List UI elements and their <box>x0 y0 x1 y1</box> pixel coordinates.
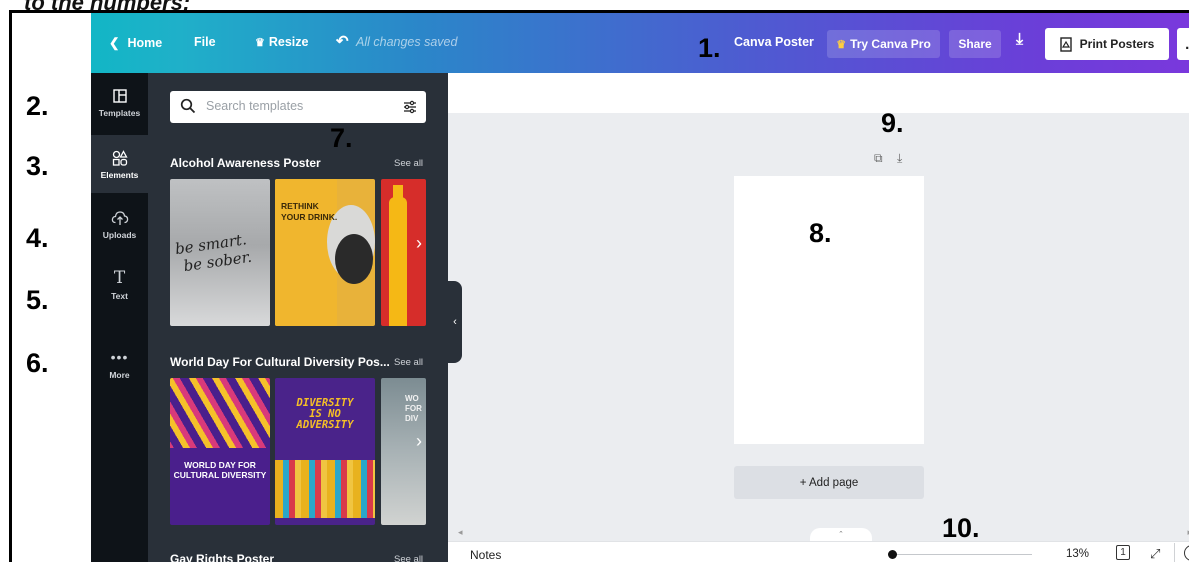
divider <box>1174 543 1175 562</box>
annotation-number: 1. <box>698 33 721 63</box>
section-title: Gay Rights Poster <box>170 552 275 562</box>
sidebar-item-label: Text <box>111 290 128 301</box>
sidebar-item-label: Templates <box>98 107 141 118</box>
elements-icon <box>112 149 128 166</box>
search-input[interactable]: Search templates <box>206 99 303 113</box>
annotation-number: 6. <box>26 348 49 378</box>
side-nav-rail: Templates Elements Uploads T Text ••• Mo… <box>91 73 148 562</box>
crown-icon: ♛ <box>255 37 265 49</box>
collapse-panel-button[interactable]: ‹ <box>448 281 462 363</box>
canva-editor-frame: ❮ Home File ♛ Resize ↶ All changes saved C… <box>9 10 1189 562</box>
filter-icon[interactable] <box>402 99 418 115</box>
fullscreen-icon[interactable]: ⤢ <box>1150 546 1160 562</box>
try-pro-label: Try Canva Pro <box>850 37 931 51</box>
sidebar-item-uploads[interactable]: Uploads <box>91 195 148 253</box>
screenshot-root: to the numbers: ❮ Home File ♛ Resize ↶ All… <box>0 0 1189 562</box>
annotation-number: 4. <box>26 223 49 253</box>
thumb-text: WORLD DAY FOR <box>184 460 256 470</box>
notes-button[interactable]: Notes <box>470 548 501 562</box>
chevron-left-icon: ❮ <box>109 36 120 50</box>
bottom-toolbar: Notes 13% 1 ⤢ ? <box>448 541 1189 562</box>
section-title: World Day For Cultural Diversity Pos... <box>170 355 390 369</box>
thumb-text: WO <box>405 394 419 403</box>
sidebar-item-templates[interactable]: Templates <box>91 73 148 131</box>
templates-icon <box>112 88 127 103</box>
page-count-button[interactable]: 1 <box>1116 545 1130 560</box>
print-label: Print Posters <box>1079 37 1155 51</box>
annotation-number: 10. <box>942 513 980 543</box>
add-page-icon[interactable]: ⤓ <box>897 151 902 166</box>
thumb-text: CULTURAL DIVERSITY <box>173 470 267 480</box>
design-title[interactable]: Canva Poster <box>734 35 814 49</box>
thumb-text: YOUR DRINK. <box>281 212 338 222</box>
annotation-number: 3. <box>26 151 49 181</box>
horizontal-scrollbar[interactable]: ◂ ▸ <box>458 527 1189 540</box>
design-page[interactable] <box>734 176 924 444</box>
upload-cloud-icon <box>111 210 128 225</box>
sidebar-item-label: More <box>109 369 130 380</box>
duplicate-page-icon[interactable]: ⧉ <box>874 151 883 166</box>
annotation-number: 2. <box>26 91 49 121</box>
top-toolbar: ❮ Home File ♛ Resize ↶ All changes saved C… <box>91 13 1189 73</box>
scroll-left-icon[interactable]: ◂ <box>458 527 463 538</box>
annotation-number: 9. <box>881 108 904 138</box>
canvas-toolbar-strip <box>448 73 1189 113</box>
save-status: All changes saved <box>356 35 458 49</box>
sidebar-item-elements[interactable]: Elements <box>91 135 148 193</box>
annotation-number: 5. <box>26 285 49 315</box>
see-all-link[interactable]: See all <box>394 554 423 562</box>
sidebar-item-more[interactable]: ••• More <box>91 335 148 393</box>
template-thumbnail[interactable]: DIVERSITY IS NO ADVERSITY <box>275 378 375 525</box>
zoom-level[interactable]: 13% <box>1066 548 1089 560</box>
zoom-slider-track[interactable] <box>888 554 1032 555</box>
crown-icon: ♛ <box>836 38 847 51</box>
template-thumbnail[interactable]: be smart. be sober. <box>170 179 270 326</box>
resize-label: Resize <box>268 35 309 49</box>
home-label: Home <box>127 36 163 50</box>
sidebar-item-label: Uploads <box>102 229 137 240</box>
templates-panel: Search templates Alcohol Awareness Poste… <box>148 73 448 562</box>
add-page-button[interactable]: + Add page <box>734 466 924 499</box>
print-doc-icon <box>1059 36 1072 52</box>
home-button[interactable]: ❮ Home <box>109 35 162 50</box>
download-icon[interactable]: ⤓ <box>1016 31 1023 49</box>
see-all-link[interactable]: See all <box>394 357 423 368</box>
share-button[interactable]: Share <box>949 30 1001 58</box>
annotation-number: 8. <box>809 218 832 248</box>
template-thumbnail[interactable]: WORLD DAY FOR CULTURAL DIVERSITY <box>170 378 270 525</box>
carousel-next-icon[interactable]: › <box>416 233 422 254</box>
zoom-slider-handle[interactable] <box>888 550 897 559</box>
more-dots-icon: ••• <box>110 348 129 365</box>
template-thumbnail[interactable]: RETHINK YOUR DRINK. <box>275 179 375 326</box>
search-icon <box>180 98 196 114</box>
help-icon[interactable]: ? <box>1184 545 1189 561</box>
thumb-text: FOR <box>405 404 422 413</box>
print-posters-button[interactable]: Print Posters <box>1045 28 1169 60</box>
sidebar-item-label: Elements <box>100 169 139 180</box>
undo-icon[interactable]: ↶ <box>336 32 349 50</box>
thumb-text: ADVERSITY <box>296 419 354 431</box>
chevron-left-icon: ‹ <box>453 316 457 328</box>
carousel-next-icon[interactable]: › <box>416 431 422 452</box>
thumb-text: DIV <box>405 414 419 423</box>
more-options-button[interactable]: … <box>1177 28 1189 60</box>
resize-button[interactable]: ♛ Resize <box>255 35 308 49</box>
thumb-text: RETHINK <box>281 201 319 211</box>
file-menu[interactable]: File <box>194 35 216 49</box>
search-templates-field[interactable]: Search templates <box>170 91 426 123</box>
try-pro-button[interactable]: ♛ Try Canva Pro <box>827 30 940 58</box>
section-title: Alcohol Awareness Poster <box>170 156 321 170</box>
text-icon: T <box>113 267 126 288</box>
see-all-link[interactable]: See all <box>394 158 423 169</box>
sidebar-item-text[interactable]: T Text <box>91 256 148 314</box>
annotation-number: 7. <box>330 123 353 153</box>
